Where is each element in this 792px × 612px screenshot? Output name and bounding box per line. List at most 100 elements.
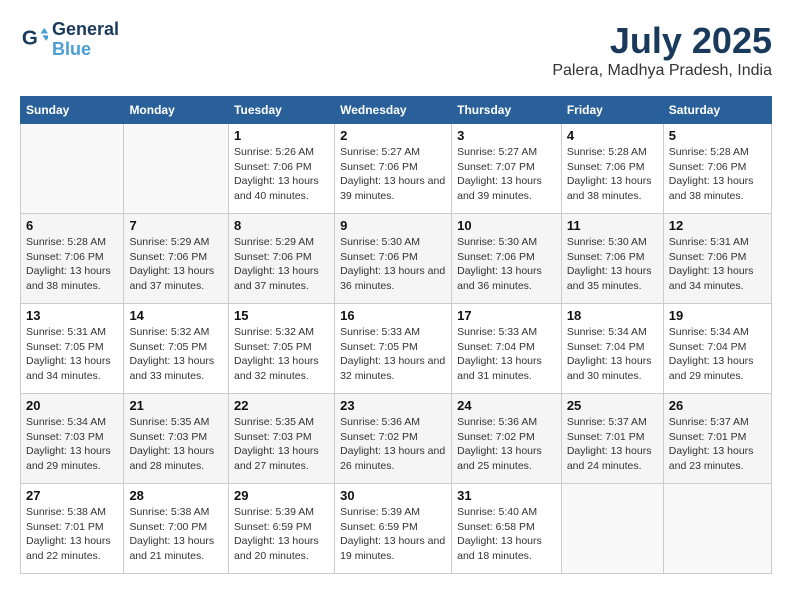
- logo-line1: General: [52, 20, 119, 40]
- day-detail: Sunrise: 5:39 AMSunset: 6:59 PMDaylight:…: [340, 505, 446, 564]
- day-number: 24: [457, 398, 556, 413]
- day-detail: Sunrise: 5:34 AMSunset: 7:04 PMDaylight:…: [567, 325, 658, 384]
- day-number: 14: [129, 308, 223, 323]
- calendar-cell: 17 Sunrise: 5:33 AMSunset: 7:04 PMDayligh…: [452, 304, 562, 394]
- day-number: 2: [340, 128, 446, 143]
- day-number: 22: [234, 398, 329, 413]
- day-detail: Sunrise: 5:28 AMSunset: 7:06 PMDaylight:…: [26, 235, 118, 294]
- week-row-2: 6 Sunrise: 5:28 AMSunset: 7:06 PMDaylight…: [21, 214, 772, 304]
- calendar-cell: 18 Sunrise: 5:34 AMSunset: 7:04 PMDayligh…: [561, 304, 663, 394]
- calendar-cell: 31 Sunrise: 5:40 AMSunset: 6:58 PMDayligh…: [452, 484, 562, 574]
- day-number: 27: [26, 488, 118, 503]
- day-detail: Sunrise: 5:31 AMSunset: 7:06 PMDaylight:…: [669, 235, 766, 294]
- day-header-thursday: Thursday: [452, 97, 562, 124]
- calendar-cell: 7Sunrise: 5:29 AMSunset: 7:06 PMDaylight…: [124, 214, 229, 304]
- calendar-cell: 21Sunrise: 5:35 AMSunset: 7:03 PMDayligh…: [124, 394, 229, 484]
- calendar-cell: 1Sunrise: 5:26 AMSunset: 7:06 PMDaylight…: [229, 124, 335, 214]
- calendar-cell: 13 Sunrise: 5:31 AMSunset: 7:05 PMDayligh…: [21, 304, 124, 394]
- day-number: 20: [26, 398, 118, 413]
- logo-text: General Blue: [52, 20, 119, 60]
- day-number: 9: [340, 218, 446, 233]
- calendar-cell: 2 Sunrise: 5:27 AMSunset: 7:06 PMDaylight…: [335, 124, 452, 214]
- day-detail: Sunrise: 5:40 AMSunset: 6:58 PMDaylight:…: [457, 505, 556, 564]
- calendar-table: SundayMondayTuesdayWednesdayThursdayFrid…: [20, 96, 772, 574]
- day-number: 25: [567, 398, 658, 413]
- day-number: 28: [129, 488, 223, 503]
- day-number: 19: [669, 308, 766, 323]
- calendar-cell: 11Sunrise: 5:30 AMSunset: 7:06 PMDayligh…: [561, 214, 663, 304]
- calendar-cell: [561, 484, 663, 574]
- day-number: 13: [26, 308, 118, 323]
- calendar-cell: 28 Sunrise: 5:38 AMSunset: 7:00 PMDayligh…: [124, 484, 229, 574]
- day-number: 10: [457, 218, 556, 233]
- calendar-cell: [663, 484, 771, 574]
- title-block: July 2025 Palera, Madhya Pradesh, India: [552, 20, 772, 80]
- day-header-saturday: Saturday: [663, 97, 771, 124]
- day-detail: Sunrise: 5:26 AMSunset: 7:06 PMDaylight:…: [234, 145, 329, 204]
- day-number: 11: [567, 218, 658, 233]
- day-detail: Sunrise: 5:32 AMSunset: 7:05 PMDaylight:…: [234, 325, 329, 384]
- day-number: 6: [26, 218, 118, 233]
- day-detail: Sunrise: 5:38 AMSunset: 7:00 PMDaylight:…: [129, 505, 223, 564]
- calendar-cell: [124, 124, 229, 214]
- calendar-cell: 30 Sunrise: 5:39 AMSunset: 6:59 PMDayligh…: [335, 484, 452, 574]
- day-detail: Sunrise: 5:39 AMSunset: 6:59 PMDaylight:…: [234, 505, 329, 564]
- day-detail: Sunrise: 5:33 AMSunset: 7:04 PMDaylight:…: [457, 325, 556, 384]
- calendar-cell: 24 Sunrise: 5:36 AMSunset: 7:02 PMDayligh…: [452, 394, 562, 484]
- main-title: July 2025: [552, 20, 772, 62]
- day-detail: Sunrise: 5:37 AMSunset: 7:01 PMDaylight:…: [567, 415, 658, 474]
- subtitle: Palera, Madhya Pradesh, India: [552, 62, 772, 80]
- day-number: 12: [669, 218, 766, 233]
- day-detail: Sunrise: 5:28 AMSunset: 7:06 PMDaylight:…: [567, 145, 658, 204]
- day-number: 5: [669, 128, 766, 143]
- calendar-cell: 10 Sunrise: 5:30 AMSunset: 7:06 PMDayligh…: [452, 214, 562, 304]
- logo-line2: Blue: [52, 40, 119, 60]
- calendar-cell: 3Sunrise: 5:27 AMSunset: 7:07 PMDaylight…: [452, 124, 562, 214]
- day-number: 15: [234, 308, 329, 323]
- calendar-cell: 5Sunrise: 5:28 AMSunset: 7:06 PMDaylight…: [663, 124, 771, 214]
- day-header-monday: Monday: [124, 97, 229, 124]
- page-header: G General Blue July 2025 Palera, Madhya …: [20, 20, 772, 80]
- day-detail: Sunrise: 5:27 AMSunset: 7:06 PMDaylight:…: [340, 145, 446, 204]
- day-detail: Sunrise: 5:37 AMSunset: 7:01 PMDaylight:…: [669, 415, 766, 474]
- day-number: 17: [457, 308, 556, 323]
- day-number: 31: [457, 488, 556, 503]
- day-detail: Sunrise: 5:30 AMSunset: 7:06 PMDaylight:…: [457, 235, 556, 294]
- day-number: 16: [340, 308, 446, 323]
- day-detail: Sunrise: 5:38 AMSunset: 7:01 PMDaylight:…: [26, 505, 118, 564]
- week-row-5: 27 Sunrise: 5:38 AMSunset: 7:01 PMDayligh…: [21, 484, 772, 574]
- logo-icon: G: [20, 26, 48, 54]
- week-row-1: 1Sunrise: 5:26 AMSunset: 7:06 PMDaylight…: [21, 124, 772, 214]
- day-number: 29: [234, 488, 329, 503]
- calendar-cell: 14 Sunrise: 5:32 AMSunset: 7:05 PMDayligh…: [124, 304, 229, 394]
- day-number: 7: [129, 218, 223, 233]
- day-header-sunday: Sunday: [21, 97, 124, 124]
- day-detail: Sunrise: 5:33 AMSunset: 7:05 PMDaylight:…: [340, 325, 446, 384]
- week-row-3: 13 Sunrise: 5:31 AMSunset: 7:05 PMDayligh…: [21, 304, 772, 394]
- calendar-cell: 15 Sunrise: 5:32 AMSunset: 7:05 PMDayligh…: [229, 304, 335, 394]
- day-detail: Sunrise: 5:36 AMSunset: 7:02 PMDaylight:…: [457, 415, 556, 474]
- day-number: 23: [340, 398, 446, 413]
- day-number: 30: [340, 488, 446, 503]
- svg-text:G: G: [22, 26, 38, 49]
- day-header-tuesday: Tuesday: [229, 97, 335, 124]
- calendar-header-row: SundayMondayTuesdayWednesdayThursdayFrid…: [21, 97, 772, 124]
- calendar-cell: 29 Sunrise: 5:39 AMSunset: 6:59 PMDayligh…: [229, 484, 335, 574]
- day-detail: Sunrise: 5:29 AMSunset: 7:06 PMDaylight:…: [234, 235, 329, 294]
- calendar-cell: 6 Sunrise: 5:28 AMSunset: 7:06 PMDaylight…: [21, 214, 124, 304]
- day-number: 18: [567, 308, 658, 323]
- day-detail: Sunrise: 5:30 AMSunset: 7:06 PMDaylight:…: [340, 235, 446, 294]
- day-detail: Sunrise: 5:32 AMSunset: 7:05 PMDaylight:…: [129, 325, 223, 384]
- calendar-cell: 19 Sunrise: 5:34 AMSunset: 7:04 PMDayligh…: [663, 304, 771, 394]
- week-row-4: 20Sunrise: 5:34 AMSunset: 7:03 PMDayligh…: [21, 394, 772, 484]
- calendar-cell: 8 Sunrise: 5:29 AMSunset: 7:06 PMDaylight…: [229, 214, 335, 304]
- day-detail: Sunrise: 5:34 AMSunset: 7:04 PMDaylight:…: [669, 325, 766, 384]
- day-detail: Sunrise: 5:36 AMSunset: 7:02 PMDaylight:…: [340, 415, 446, 474]
- day-number: 8: [234, 218, 329, 233]
- day-detail: Sunrise: 5:35 AMSunset: 7:03 PMDaylight:…: [129, 415, 223, 474]
- calendar-cell: 22Sunrise: 5:35 AMSunset: 7:03 PMDayligh…: [229, 394, 335, 484]
- day-header-wednesday: Wednesday: [335, 97, 452, 124]
- day-detail: Sunrise: 5:31 AMSunset: 7:05 PMDaylight:…: [26, 325, 118, 384]
- day-number: 26: [669, 398, 766, 413]
- calendar-cell: 16 Sunrise: 5:33 AMSunset: 7:05 PMDayligh…: [335, 304, 452, 394]
